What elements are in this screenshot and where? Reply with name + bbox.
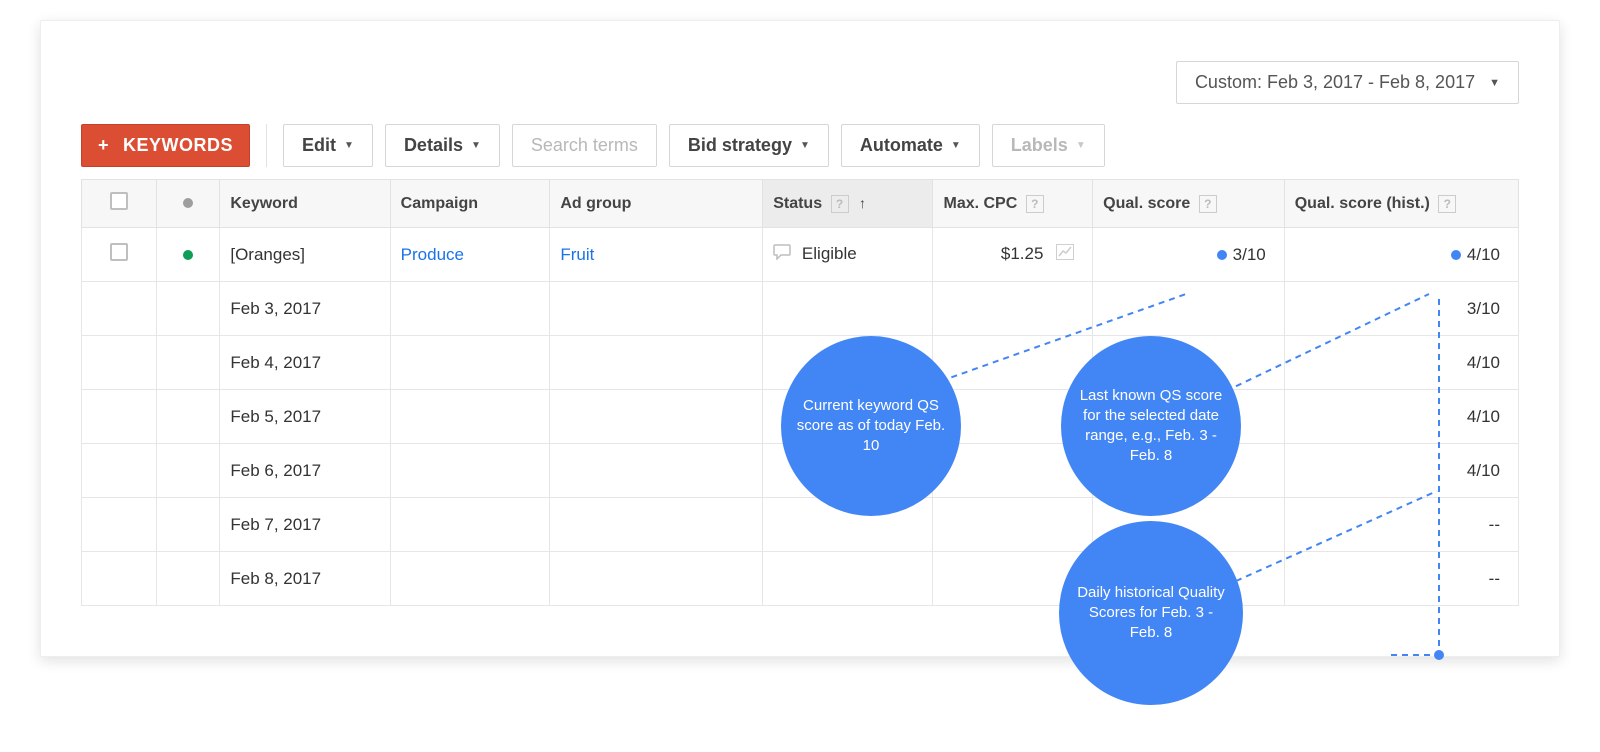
- annotation-last-known-qs: Last known QS score for the selected dat…: [1061, 336, 1241, 516]
- cell-qual-score-hist: 4/10: [1284, 336, 1518, 390]
- select-all-header[interactable]: [82, 180, 157, 228]
- checkbox-icon[interactable]: [110, 192, 128, 210]
- chart-icon[interactable]: [1056, 244, 1074, 265]
- table-row[interactable]: [Oranges] Produce Fruit Eligible $1.25: [82, 228, 1519, 282]
- edit-label: Edit: [302, 135, 336, 156]
- cell-qual-score-hist: 4/10: [1284, 228, 1518, 282]
- cell-qual-score-hist: 3/10: [1284, 282, 1518, 336]
- cell-date: Feb 4, 2017: [220, 336, 390, 390]
- toolbar: + KEYWORDS Edit ▼ Details ▼ Search terms…: [81, 124, 1519, 167]
- plus-icon: +: [98, 135, 109, 156]
- cell-qual-score: 3/10: [1093, 228, 1285, 282]
- cell-qual-score-hist: 4/10: [1284, 444, 1518, 498]
- cell-keyword: [Oranges]: [220, 228, 390, 282]
- status-dot-icon: [183, 198, 193, 208]
- add-keywords-label: KEYWORDS: [123, 135, 233, 156]
- cell-date: Feb 3, 2017: [220, 282, 390, 336]
- bid-strategy-label: Bid strategy: [688, 135, 792, 156]
- cell-date: Feb 6, 2017: [220, 444, 390, 498]
- cell-campaign[interactable]: Produce: [390, 228, 550, 282]
- help-icon[interactable]: ?: [1026, 195, 1044, 213]
- help-icon[interactable]: ?: [831, 195, 849, 213]
- help-icon[interactable]: ?: [1438, 195, 1456, 213]
- annotation-daily-hist: Daily historical Quality Scores for Feb.…: [1059, 521, 1243, 705]
- table-row: Feb 8, 2017 --: [82, 552, 1519, 606]
- labels-button: Labels ▼: [992, 124, 1105, 167]
- add-keywords-button[interactable]: + KEYWORDS: [81, 124, 250, 167]
- bid-strategy-button[interactable]: Bid strategy ▼: [669, 124, 829, 167]
- labels-label: Labels: [1011, 135, 1068, 156]
- annotation-current-qs: Current keyword QS score as of today Feb…: [781, 336, 961, 516]
- cell-status: Eligible: [763, 228, 933, 282]
- cell-qual-score-hist: 4/10: [1284, 390, 1518, 444]
- help-icon[interactable]: ?: [1199, 195, 1217, 213]
- cell-date: Feb 7, 2017: [220, 498, 390, 552]
- col-status[interactable]: Status ? ↑: [763, 180, 933, 228]
- col-campaign[interactable]: Campaign: [390, 180, 550, 228]
- cell-max-cpc: $1.25: [933, 228, 1093, 282]
- edit-button[interactable]: Edit ▼: [283, 124, 373, 167]
- date-range-label: Custom: Feb 3, 2017 - Feb 8, 2017: [1195, 72, 1475, 93]
- search-terms-label: Search terms: [531, 135, 638, 156]
- marker-dot-icon: [1451, 250, 1461, 260]
- col-qual-score-hist[interactable]: Qual. score (hist.) ?: [1284, 180, 1518, 228]
- search-terms-button[interactable]: Search terms: [512, 124, 657, 167]
- chevron-down-icon: ▼: [344, 140, 354, 151]
- cell-date: Feb 5, 2017: [220, 390, 390, 444]
- chevron-down-icon: ▼: [1076, 140, 1086, 151]
- table-row: Feb 3, 2017 3/10: [82, 282, 1519, 336]
- col-keyword[interactable]: Keyword: [220, 180, 390, 228]
- date-range-selector[interactable]: Custom: Feb 3, 2017 - Feb 8, 2017 ▼: [1176, 61, 1519, 104]
- toolbar-divider: [266, 124, 267, 167]
- speech-bubble-icon: [773, 244, 791, 265]
- checkbox-icon[interactable]: [110, 243, 128, 261]
- sort-asc-icon: ↑: [859, 195, 866, 211]
- table-header-row: Keyword Campaign Ad group Status ? ↑ Max…: [82, 180, 1519, 228]
- details-button[interactable]: Details ▼: [385, 124, 500, 167]
- status-dot-icon: [183, 250, 193, 260]
- details-label: Details: [404, 135, 463, 156]
- cell-ad-group[interactable]: Fruit: [550, 228, 763, 282]
- status-dot-header[interactable]: [156, 180, 220, 228]
- cell-qual-score-hist: --: [1284, 498, 1518, 552]
- table-row: Feb 7, 2017 --: [82, 498, 1519, 552]
- col-max-cpc[interactable]: Max. CPC ?: [933, 180, 1093, 228]
- automate-label: Automate: [860, 135, 943, 156]
- chevron-down-icon: ▼: [471, 140, 481, 151]
- automate-button[interactable]: Automate ▼: [841, 124, 980, 167]
- chevron-down-icon: ▼: [1489, 77, 1500, 89]
- marker-dot-icon: [1217, 250, 1227, 260]
- page-container: Custom: Feb 3, 2017 - Feb 8, 2017 ▼ + KE…: [40, 20, 1560, 657]
- top-row: Custom: Feb 3, 2017 - Feb 8, 2017 ▼: [81, 61, 1519, 104]
- cell-qual-score-hist: --: [1284, 552, 1518, 606]
- chevron-down-icon: ▼: [800, 140, 810, 151]
- col-qual-score[interactable]: Qual. score ?: [1093, 180, 1285, 228]
- col-ad-group[interactable]: Ad group: [550, 180, 763, 228]
- chevron-down-icon: ▼: [951, 140, 961, 151]
- cell-date: Feb 8, 2017: [220, 552, 390, 606]
